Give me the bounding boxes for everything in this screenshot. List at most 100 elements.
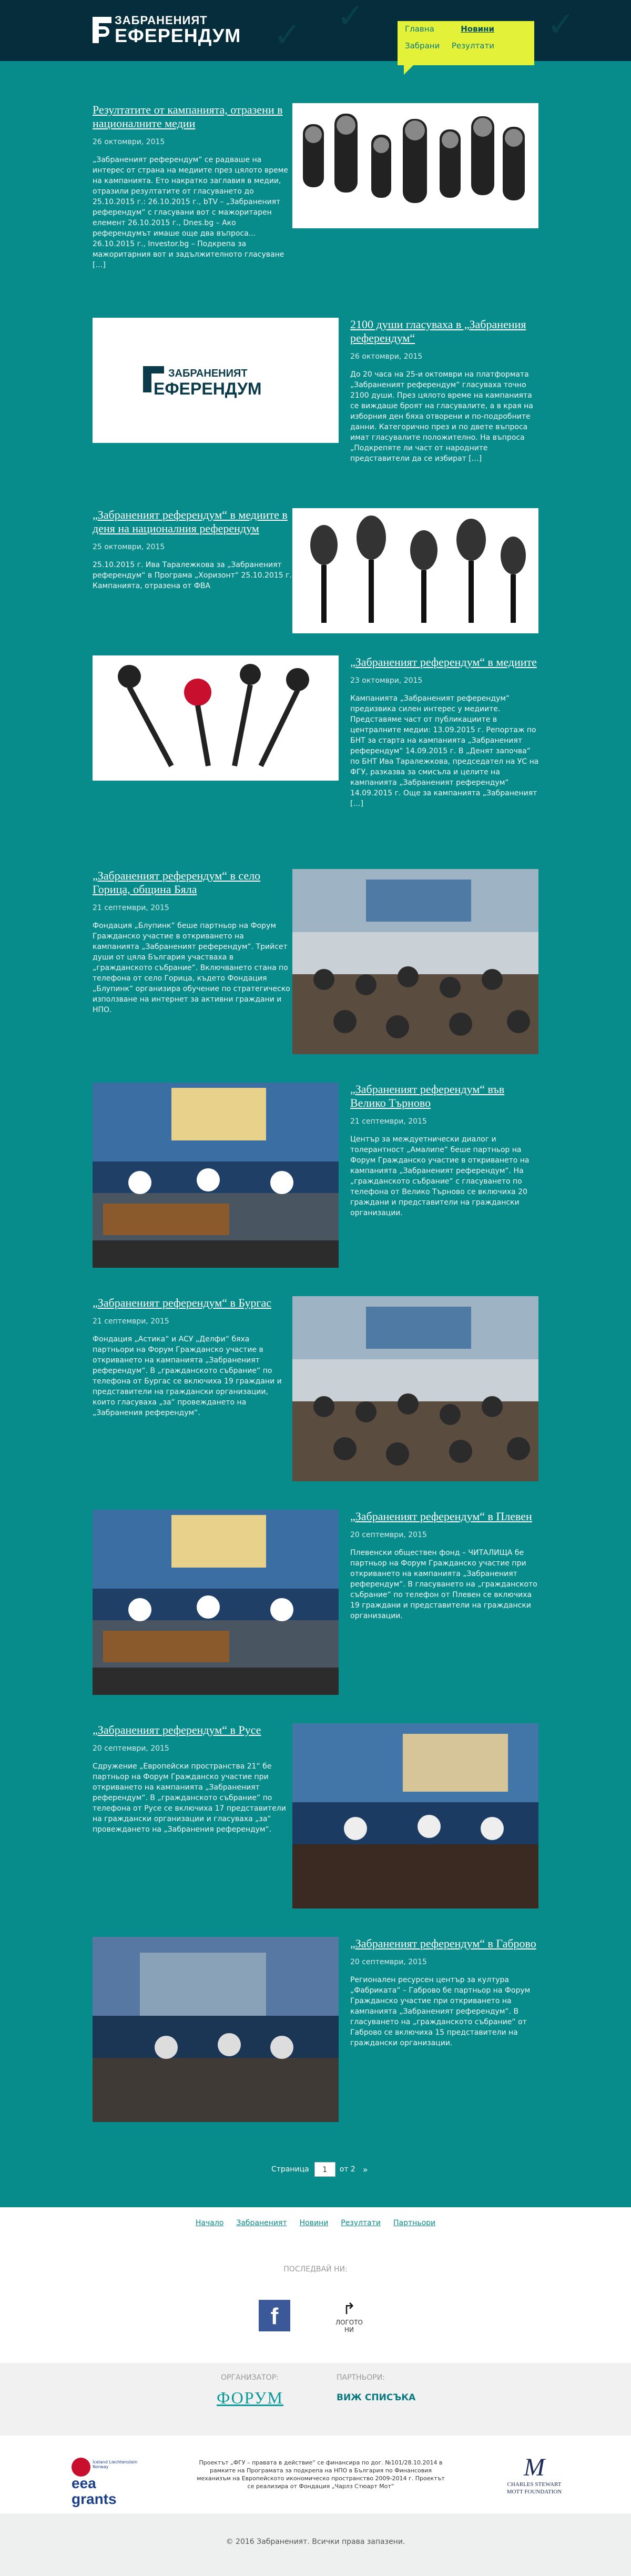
post-date: 20 септември, 2015 [350,1958,427,1966]
main-nav: Главна Новини Забрани Резултати [398,21,534,75]
post-excerpt: До 20 часа на 25-и октомври на платформа… [350,370,533,463]
post-date: 21 септември, 2015 [93,904,169,912]
post-date: 21 септември, 2015 [93,1317,169,1326]
post-item: „Забраненият референдум“ в Русе 20 септем… [93,1723,540,1913]
post-title[interactable]: Резултатите от кампанията, отразени в на… [93,103,292,130]
nav-item-home[interactable]: Главна [405,24,434,34]
footer-link[interactable]: Партньори [393,2219,435,2227]
post-excerpt: Център за междуетнически диалог и толера… [350,1135,530,1217]
organizers-band: ОРГАНИЗАТОР: ФОРУМ ПАРТНЬОРИ: ВИЖ СПИСЪК… [0,2363,631,2436]
nav-item-news[interactable]: Новини [461,24,494,34]
post-date: 26 октомври, 2015 [93,138,165,146]
follow-heading: ПОСЛЕДВАЙ НИ: [283,2265,348,2274]
post-date: 21 септември, 2015 [350,1117,427,1126]
eea-grants-logo[interactable]: Iceland Liechtenstein Norway eea grants [72,2458,145,2507]
check-decoration-icon: ✓ [547,5,575,44]
post-image[interactable] [93,655,339,781]
eea-circle-icon [72,2458,90,2477]
post-item: „Забраненият референдум“ в Плевен 20 септ… [93,1510,540,1699]
copyright: © 2016 Забраненият. Всички права запазен… [0,2513,631,2576]
post-image[interactable] [93,1510,339,1695]
funding-band: Iceland Liechtenstein Norway eea grants … [0,2436,631,2513]
organizer-heading: ОРГАНИЗАТОР: [221,2373,279,2382]
partners-heading: ПАРТНЬОРИ: [337,2373,385,2382]
post-date: 23 октомври, 2015 [350,676,423,685]
post-item: 2100 души гласуваха в „Забранения рефере… [93,318,540,507]
post-title[interactable]: „Забраненият референдум“ в Габрово [350,1937,540,1951]
post-title[interactable]: „Забраненият референдум“ във Велико Търн… [350,1083,540,1110]
svg-text:ЕФЕРЕНДУМ: ЕФЕРЕНДУМ [154,379,262,398]
post-title[interactable]: „Забраненият референдум“ в Бургас [93,1296,292,1310]
post-excerpt: Регионален ресурсен център за култура „Ф… [350,1976,531,2047]
post-image[interactable] [292,869,538,1054]
post-text: „Забраненият референдум“ в село Горица, … [93,869,292,1015]
post-text: „Забраненият референдум“ в медиите 23 окт… [350,655,540,809]
post-item: „Забраненият референдум“ в медиите 23 окт… [93,655,540,845]
footer-link[interactable]: Забраненият [236,2219,287,2227]
post-image[interactable] [93,1083,339,1268]
nav-item-results[interactable]: Резултати [452,41,494,50]
logo-mark-icon [93,17,111,43]
footer-link[interactable]: Начало [196,2219,223,2227]
social-logo[interactable]: ↱ ЛОГОТО НИ [333,2300,365,2333]
post-text: „Забраненият референдум“ в Плевен 20 септ… [350,1510,540,1621]
post-text: Резултатите от кампанията, отразени в на… [93,103,292,270]
funding-notice: Проектът „ФГУ – правата в действие“ се ф… [197,2459,445,2490]
facebook-glyph: f [270,2304,279,2329]
check-decoration-icon: ✓ [337,0,365,36]
post-text: „Забраненият референдум“ в Бургас 21 септ… [93,1296,292,1418]
post-item: „Забраненият референдум“ в Габрово 20 сеп… [93,1937,540,2126]
site-header: ✓ ✓ ✓ ✓ ✓ ЗАБРАНЕНИЯТ ЕФЕРЕНДУМ [0,0,631,61]
post-excerpt: „Забраненият референдум“ се радваше на и… [93,156,288,269]
post-excerpt: Фондация „Блупинк“ беше партньор на Фору… [93,922,290,1014]
post-date: 25 октомври, 2015 [93,543,165,551]
post-date: 26 октомври, 2015 [350,352,423,361]
footer-link[interactable]: Новини [300,2219,329,2227]
post-title[interactable]: 2100 души гласуваха в „Забранения рефере… [350,318,540,345]
post-title[interactable]: „Забраненият референдум“ в медиите [350,655,540,669]
mott-foundation-logo[interactable]: M CHARLES STEWART MOTT FOUNDATION [503,2454,566,2496]
post-title[interactable]: „Забраненият референдум“ в Плевен [350,1510,540,1523]
post-date: 20 септември, 2015 [93,1744,169,1753]
post-item: Резултатите от кампанията, отразени в на… [93,103,540,292]
post-excerpt: 25.10.2015 г. Ива Таралежкова за „Забран… [93,561,292,590]
post-image[interactable] [292,508,538,633]
eea-text: eea grants [72,2475,117,2507]
organizer-logo[interactable]: ФОРУМ [217,2388,283,2408]
site-logo[interactable]: ЗАБРАНЕНИЯТ ЕФЕРЕНДУМ [93,15,241,45]
post-item: „Забраненият референдум“ в село Горица, … [93,869,540,1058]
social-logo-label: ЛОГОТО НИ [335,2319,363,2333]
post-text: „Забраненият референдум“ във Велико Търн… [350,1083,540,1218]
social-mark-icon: ↱ [342,2300,356,2318]
page-input[interactable]: 1 [314,2162,335,2177]
post-item: „Забраненият референдум“ във Велико Търн… [93,1083,540,1272]
post-excerpt: Плевенски обществен фонд – ЧИТАЛИЩА бе п… [350,1549,537,1620]
partners-link[interactable]: ВИЖ СПИСЪКА [337,2392,415,2403]
post-image[interactable] [292,103,538,228]
post-title[interactable]: „Забраненият референдум“ в село Горица, … [93,869,292,896]
logo-line2: ЕФЕРЕНДУМ [115,25,241,46]
post-text: „Забраненият референдум“ в медиите в ден… [93,508,292,591]
post-excerpt: Сдружение „Европейски пространства 21“ б… [93,1762,286,1834]
post-text: „Забраненият референдум“ в Русе 20 септем… [93,1723,292,1835]
post-title[interactable]: „Забраненият референдум“ в Русе [93,1723,292,1737]
pagination: Страница 1 от 2 » [271,2162,368,2177]
mott-mark-icon: M [524,2453,545,2481]
post-date: 20 септември, 2015 [350,1531,427,1539]
svg-text:ЗАБРАНЕНИЯТ: ЗАБРАНЕНИЯТ [168,368,248,379]
next-page-link[interactable]: » [363,2165,368,2175]
post-title[interactable]: „Забраненият референдум“ в медиите в ден… [93,508,292,536]
post-text: 2100 души гласуваха в „Забранения рефере… [350,318,540,464]
mott-text: CHARLES STEWART MOTT FOUNDATION [506,2481,562,2495]
post-image[interactable] [292,1723,538,1908]
post-image[interactable]: ЗАБРАНЕНИЯТ ЕФЕРЕНДУМ [93,318,339,443]
footer: Начало Забраненият Новини Резултати Парт… [0,2207,631,2363]
nav-item-banned[interactable]: Забрани [405,41,440,50]
page-total: от 2 [339,2165,355,2174]
footer-link[interactable]: Резултати [341,2219,381,2227]
eea-small-text: Iceland Liechtenstein Norway [93,2460,138,2469]
facebook-icon[interactable]: f [259,2300,290,2331]
post-image[interactable] [292,1296,538,1481]
check-decoration-icon: ✓ [273,16,302,55]
post-image[interactable] [93,1937,339,2122]
